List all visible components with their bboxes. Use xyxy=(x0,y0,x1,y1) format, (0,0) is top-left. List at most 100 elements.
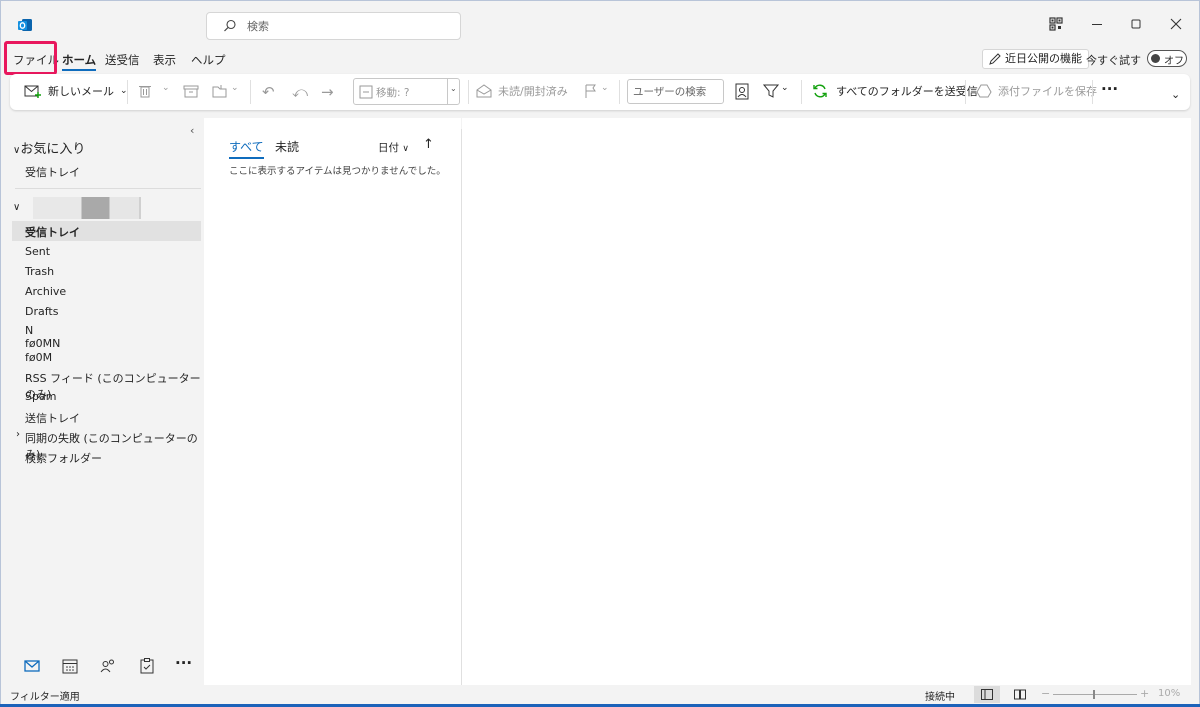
chevron-down-icon: ∨ xyxy=(402,144,409,154)
folder-item-inbox[interactable]: 受信トレイ xyxy=(25,224,80,240)
calendar-icon[interactable] xyxy=(61,657,79,675)
user-search-input[interactable] xyxy=(627,79,724,104)
move-to-folder-icon[interactable] xyxy=(212,83,230,99)
archive-icon[interactable] xyxy=(182,83,200,99)
separator xyxy=(127,80,128,104)
folder-item-n[interactable]: N xyxy=(25,324,33,337)
folder-item-f0m[interactable]: fø0M xyxy=(25,351,52,364)
undo-icon[interactable]: ↶ xyxy=(262,83,275,101)
zoom-slider-thumb[interactable] xyxy=(1093,690,1095,699)
upcoming-features-button[interactable]: 近日公開の機能 xyxy=(982,49,1089,69)
divider xyxy=(15,188,201,189)
zoom-in-button[interactable]: + xyxy=(1140,687,1149,700)
new-mail-icon xyxy=(24,85,41,98)
delete-icon[interactable] xyxy=(137,83,153,99)
filter-status: フィルター適用 xyxy=(10,692,80,703)
mail-icon[interactable] xyxy=(23,657,41,675)
account-header[interactable]: ∨ xyxy=(13,197,203,219)
pen-icon xyxy=(989,53,1001,65)
save-attachments-button[interactable]: 添付ファイルを保存 xyxy=(976,83,1097,99)
toggle-label: オフ xyxy=(1164,56,1184,67)
separator xyxy=(468,80,469,104)
maximize-icon[interactable] xyxy=(1128,16,1144,32)
zoom-slider[interactable] xyxy=(1053,694,1137,695)
folder-item-spam[interactable]: Spam xyxy=(25,390,56,403)
sort-direction-icon[interactable]: ↑ xyxy=(423,137,434,152)
filter-dropdown-icon[interactable]: ⌄ xyxy=(781,83,789,93)
move-dropdown-icon[interactable]: ⌄ xyxy=(231,83,239,93)
folder-item-sent[interactable]: Sent xyxy=(25,245,50,258)
folder-pane: ‹ ∨お気に入り 受信トレイ ∨ 受信トレイ Sent Trash Archiv… xyxy=(7,118,204,685)
redacted-account-name xyxy=(33,197,141,219)
close-icon[interactable] xyxy=(1168,16,1184,32)
search-box[interactable] xyxy=(206,12,461,40)
reading-pane xyxy=(462,118,1191,685)
send-receive-all-button[interactable]: すべてのフォルダーを送受信 xyxy=(812,83,978,99)
tab-all[interactable]: すべて xyxy=(229,138,264,159)
status-bar: フィルター適用 接続中 − + 10% xyxy=(1,685,1199,705)
delete-dropdown-icon[interactable]: ⌄ xyxy=(162,83,170,93)
flag-dropdown-icon[interactable]: ⌄ xyxy=(601,83,609,93)
folder-item-drafts[interactable]: Drafts xyxy=(25,305,58,318)
favorites-header[interactable]: ∨お気に入り xyxy=(13,138,85,157)
separator xyxy=(1092,80,1093,104)
move-dropdown[interactable]: 移動: ? ⌄ xyxy=(353,78,460,105)
qr-icon[interactable] xyxy=(1048,16,1064,32)
empty-list-message: ここに表示するアイテムは見つかりませんでした。 xyxy=(229,166,446,177)
tab-unread[interactable]: 未読 xyxy=(275,138,299,155)
minimize-icon[interactable] xyxy=(1089,16,1105,32)
connection-status: 接続中 xyxy=(925,692,955,703)
reply-all-icon[interactable]: ⤺ xyxy=(292,83,308,101)
move-label: 移動: ? xyxy=(376,87,410,99)
folder-item-f0mn[interactable]: fø0MN xyxy=(25,337,60,350)
folder-item-search-folders[interactable]: 検索フォルダー xyxy=(25,450,102,466)
tab-send-receive[interactable]: 送受信 xyxy=(105,52,140,68)
upcoming-features-label: 近日公開の機能 xyxy=(1005,52,1082,65)
chevron-right-icon[interactable]: › xyxy=(16,429,20,440)
folder-item-trash[interactable]: Trash xyxy=(25,265,54,278)
tasks-icon[interactable] xyxy=(138,657,156,675)
save-attachments-label: 添付ファイルを保存 xyxy=(998,85,1097,98)
unread-read-label: 未読/開封済み xyxy=(498,85,568,98)
normal-view-button[interactable] xyxy=(974,686,1000,703)
move-box-chevron[interactable]: ⌄ xyxy=(447,79,459,104)
try-now-toggle[interactable]: オフ xyxy=(1147,50,1187,67)
normal-view-icon xyxy=(981,689,993,700)
chevron-down-icon: ∨ xyxy=(13,202,21,213)
favorite-item-inbox[interactable]: 受信トレイ xyxy=(25,164,80,180)
flag-icon[interactable] xyxy=(583,83,597,99)
address-book-icon[interactable] xyxy=(734,83,750,101)
send-receive-all-label: すべてのフォルダーを送受信 xyxy=(836,85,978,98)
reading-view-icon xyxy=(1014,689,1026,700)
tab-help[interactable]: ヘルプ xyxy=(191,52,226,68)
search-icon xyxy=(224,19,236,32)
more-options-icon[interactable]: ··· xyxy=(1101,80,1118,98)
people-icon[interactable] xyxy=(99,657,117,675)
reading-view-button[interactable] xyxy=(1007,686,1033,703)
tab-view[interactable]: 表示 xyxy=(153,52,176,68)
ribbon-expand-icon[interactable]: ⌄ xyxy=(1171,88,1180,101)
unread-read-button[interactable]: 未読/開封済み xyxy=(476,83,568,99)
new-mail-button[interactable]: 新しいメール ⌄ xyxy=(24,83,128,99)
new-mail-label: 新しいメール xyxy=(48,85,114,98)
separator xyxy=(801,80,802,104)
forward-icon[interactable]: → xyxy=(321,83,334,101)
toggle-knob xyxy=(1151,54,1160,63)
try-now-label: 今すぐ試す xyxy=(1086,54,1141,67)
more-modules-icon[interactable]: ··· xyxy=(175,654,192,672)
message-list: すべて 未読 日付 ∨ ↑ ここに表示するアイテムは見つかりませんでした。 xyxy=(204,118,461,685)
outlook-window: ファイル ホーム 送受信 表示 ヘルプ 近日公開の機能 今すぐ試す オフ 新しい… xyxy=(0,0,1200,705)
search-input[interactable] xyxy=(247,17,447,35)
separator xyxy=(965,80,966,104)
zoom-level[interactable]: 10% xyxy=(1158,688,1180,699)
folder-item-archive[interactable]: Archive xyxy=(25,285,66,298)
ribbon-toolbar: 新しいメール ⌄ ⌄ ⌄ ↶ ⤺ → 移動: ? ⌄ 未読/開封済み ⌄ ユーザ… xyxy=(10,74,1190,110)
sort-by-date-button[interactable]: 日付 ∨ xyxy=(378,140,409,155)
folder-item-outbox[interactable]: 送信トレイ xyxy=(25,410,80,426)
tab-home[interactable]: ホーム xyxy=(62,52,97,71)
separator xyxy=(619,80,620,104)
zoom-out-button[interactable]: − xyxy=(1041,687,1050,700)
collapse-pane-icon[interactable]: ‹ xyxy=(190,124,194,137)
filter-icon[interactable] xyxy=(763,83,779,99)
title-bar xyxy=(1,1,1199,47)
